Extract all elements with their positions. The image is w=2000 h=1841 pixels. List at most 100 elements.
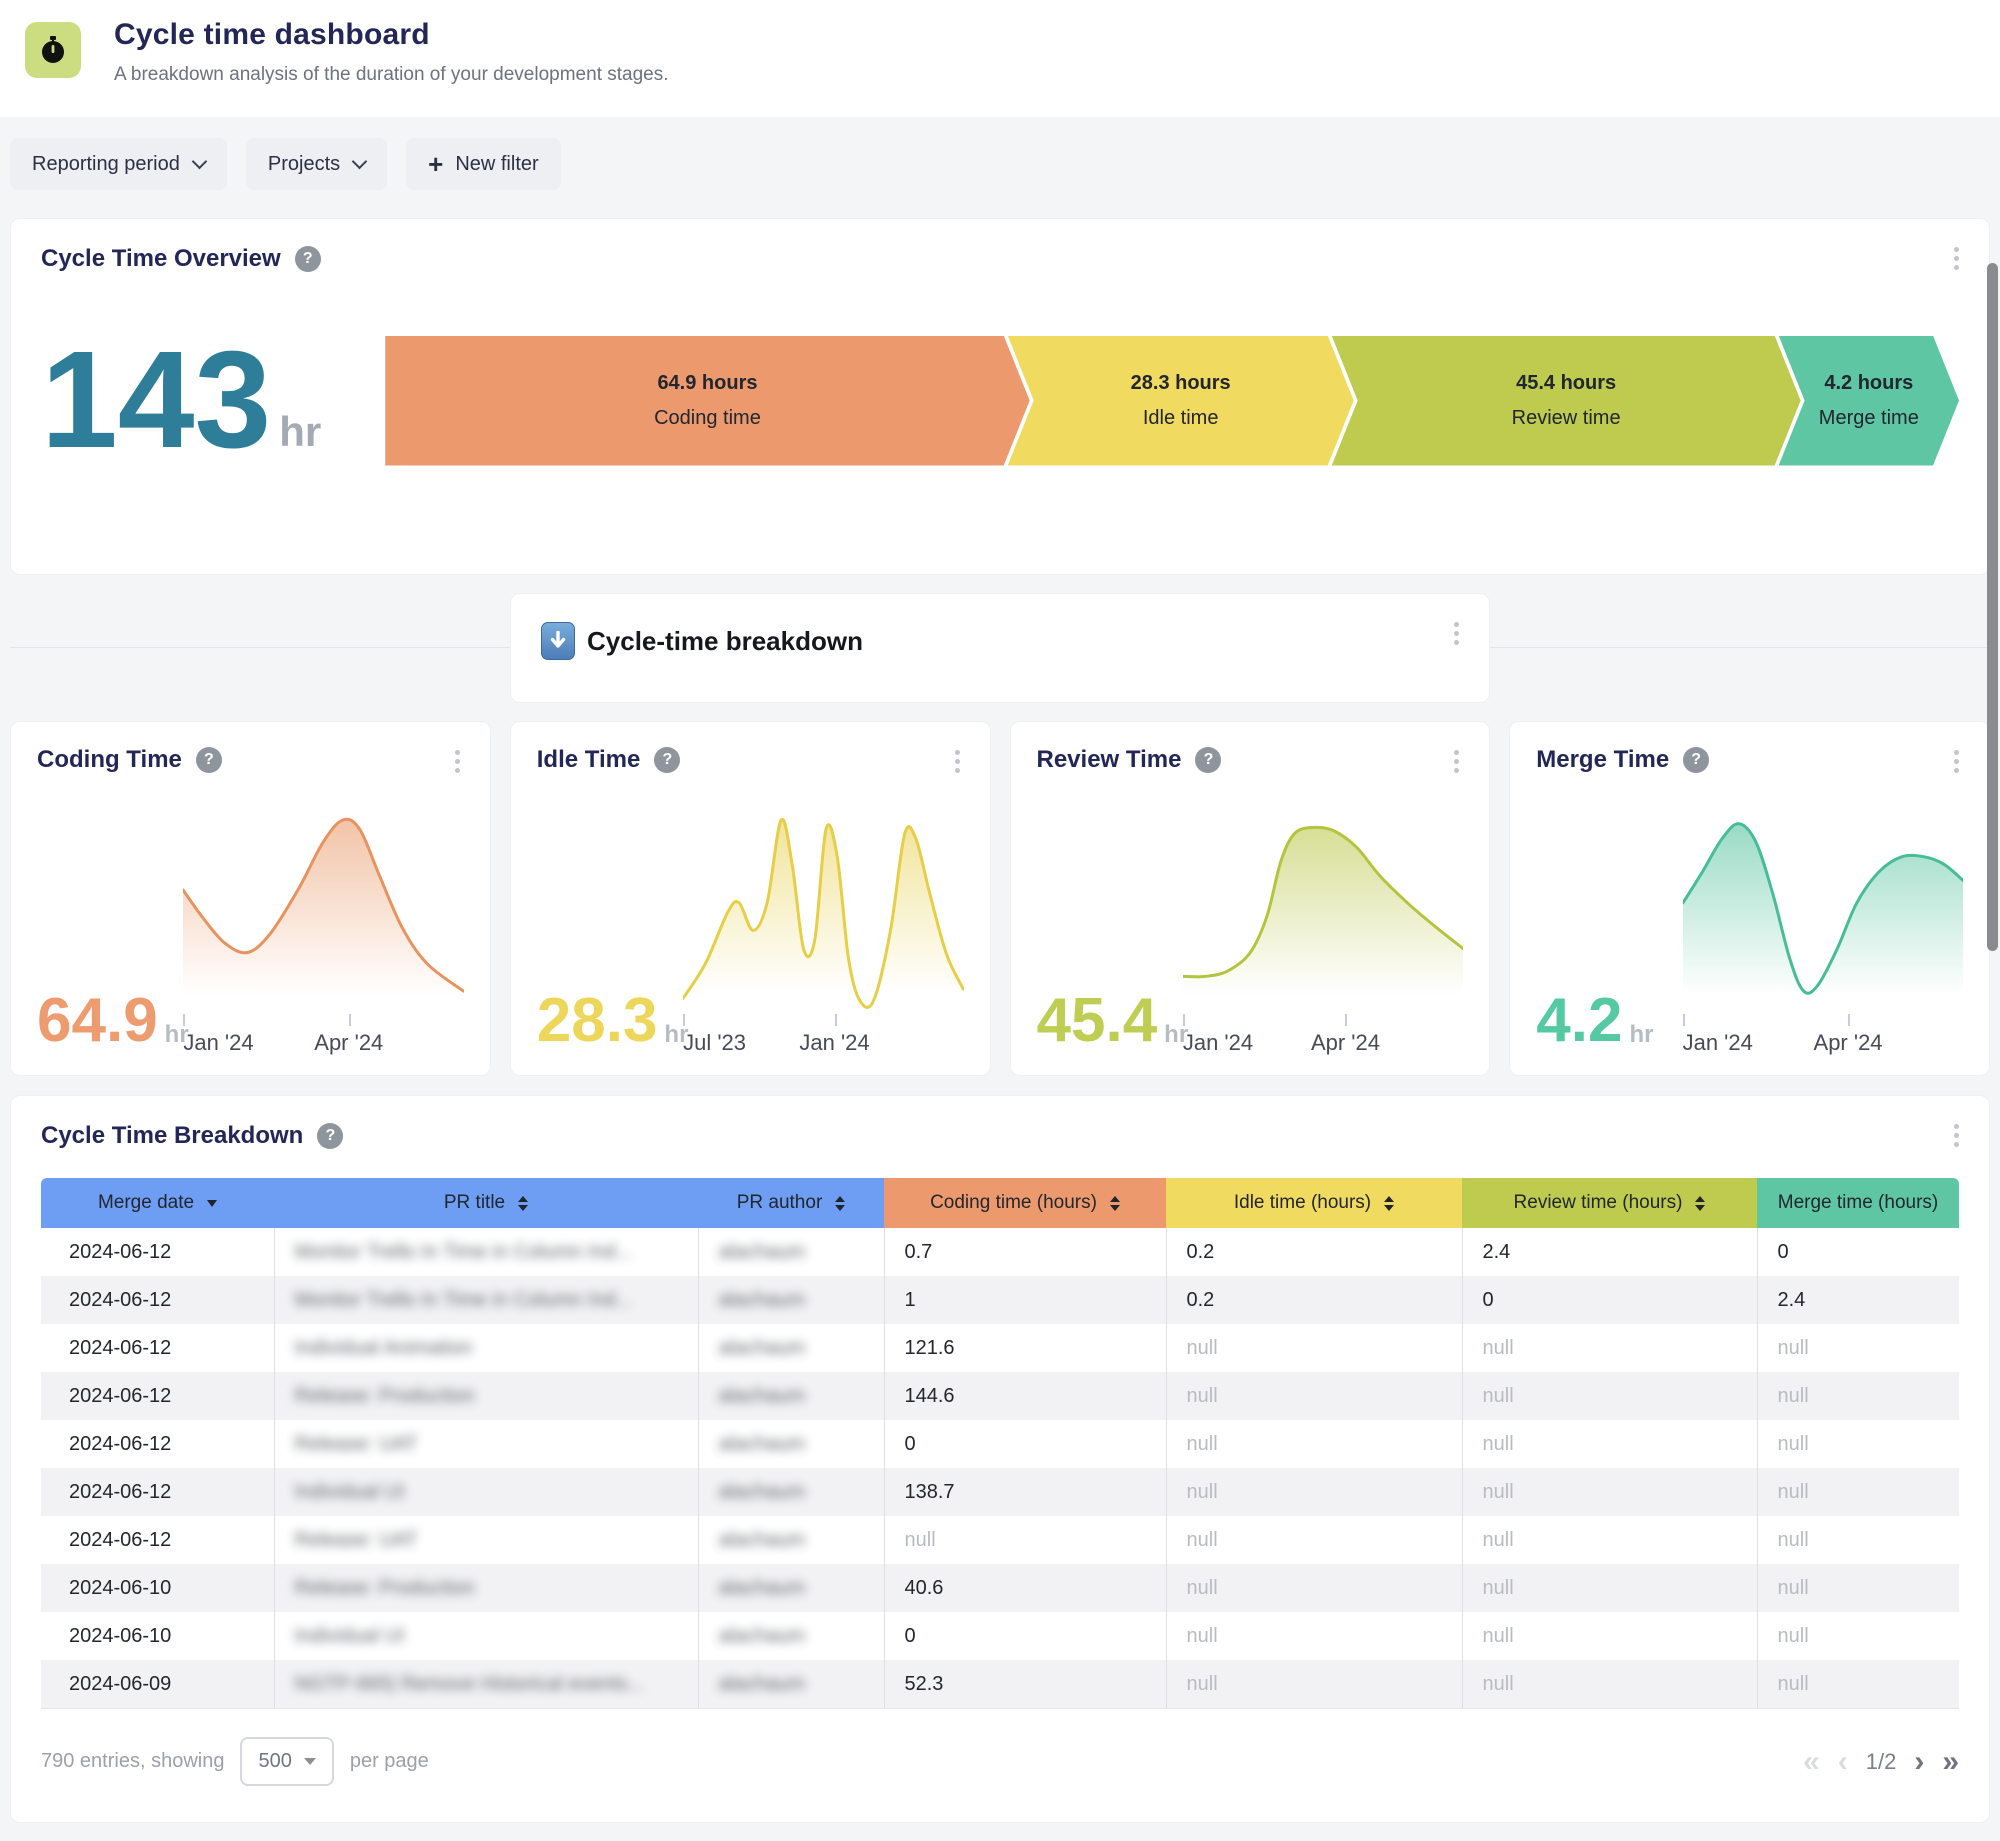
funnel-stage-merge-time: 4.2 hours Merge time	[1779, 336, 1959, 466]
redacted-text: alachaum	[719, 1577, 806, 1599]
stage-label: Merge time	[1819, 407, 1919, 430]
first-page-button[interactable]: «	[1803, 1747, 1820, 1777]
coding-time-cell: 1	[884, 1276, 1166, 1324]
redacted-text: Release: UAT	[295, 1529, 418, 1551]
idle-time-cell: null	[1166, 1612, 1462, 1660]
coding-time-cell: 138.7	[884, 1468, 1166, 1516]
stage-label: Idle time	[1143, 407, 1219, 430]
stage-hours: 4.2 hours	[1824, 372, 1913, 395]
column-header-merge-date[interactable]: Merge date	[41, 1178, 274, 1228]
idle-time-cell: 0.2	[1166, 1276, 1462, 1324]
merge-time-value: 4.2hr	[1536, 993, 1653, 1049]
reporting-period-filter-button[interactable]: Reporting period	[10, 138, 227, 190]
per-page-suffix: per page	[350, 1750, 429, 1773]
table-row: 2024-06-12Release: UATalachaum0nullnulln…	[41, 1420, 1959, 1468]
coding-time-value: 64.9hr	[37, 993, 189, 1049]
help-icon[interactable]: ?	[196, 747, 222, 773]
axis-tick-label: Jan '24	[183, 1030, 253, 1056]
help-icon[interactable]: ?	[317, 1123, 343, 1149]
column-header-pr-author[interactable]: PR author	[698, 1178, 884, 1228]
column-header-review-time-hours[interactable]: Review time (hours)	[1462, 1178, 1757, 1228]
pr-author-cell: alachaum	[698, 1372, 884, 1420]
table-row: 2024-06-12Monitor Trello In Time in Colu…	[41, 1228, 1959, 1276]
table-body: 2024-06-12 Monitor Trello In Time in Colu…	[41, 1228, 1959, 1709]
redacted-text: Individual UI	[295, 1625, 405, 1647]
pr-title-cell: Release: UAT	[274, 1516, 698, 1564]
help-icon[interactable]: ?	[295, 246, 321, 272]
merge-time-cell: null	[1757, 1324, 1959, 1372]
axis-tick	[835, 1014, 837, 1026]
merge-date-cell: 2024-06-12	[41, 1228, 274, 1276]
help-icon[interactable]: ?	[1683, 747, 1709, 773]
idle-time-cell: 0.2	[1166, 1228, 1462, 1276]
prev-page-button[interactable]: ‹	[1838, 1747, 1848, 1777]
coding-time-cell: 52.3	[884, 1660, 1166, 1709]
axis-tick-label: Jan '24	[799, 1030, 869, 1056]
kebab-menu-icon[interactable]	[1450, 746, 1463, 777]
pr-author-cell: alachaum	[698, 1468, 884, 1516]
table-row: 2024-06-12Release: UATalachaumnullnullnu…	[41, 1516, 1959, 1564]
axis-tick	[1345, 1014, 1347, 1026]
redacted-text: Monitor Trello In Time in Column Ind...	[295, 1289, 633, 1311]
kebab-menu-icon[interactable]	[1950, 243, 1963, 274]
kebab-menu-icon[interactable]	[1950, 1120, 1963, 1151]
value-number: 28.3	[537, 993, 658, 1049]
help-icon[interactable]: ?	[1195, 747, 1221, 773]
merge-date-cell: 2024-06-12	[41, 1372, 274, 1420]
idle-time-cell: null	[1166, 1420, 1462, 1468]
redacted-text: alachaum	[719, 1481, 806, 1503]
pr-author-cell: alachaum	[698, 1516, 884, 1564]
column-header-idle-time-hours[interactable]: Idle time (hours)	[1166, 1178, 1462, 1228]
merge-date-cell: 2024-06-12	[41, 1468, 274, 1516]
next-page-button[interactable]: ›	[1914, 1747, 1924, 1777]
projects-filter-button[interactable]: Projects	[246, 138, 387, 190]
app-header: Cycle time dashboard A breakdown analysi…	[0, 0, 2000, 117]
redacted-text: Release: UAT	[295, 1433, 418, 1455]
redacted-text: Release: Production	[295, 1577, 475, 1599]
axis-tick	[1848, 1014, 1850, 1026]
kebab-menu-icon[interactable]	[951, 746, 964, 777]
page-title: Cycle time dashboard	[114, 18, 669, 52]
column-label: PR author	[737, 1192, 823, 1214]
reporting-period-label: Reporting period	[32, 153, 180, 176]
idle-time-cell: null	[1166, 1564, 1462, 1612]
column-header-pr-title[interactable]: PR title	[274, 1178, 698, 1228]
help-icon[interactable]: ?	[654, 747, 680, 773]
new-filter-button[interactable]: + New filter	[406, 138, 561, 190]
merge-time-cell: null	[1757, 1564, 1959, 1612]
idle-time-title: Idle Time	[537, 746, 641, 774]
column-header-merge-time-hours[interactable]: Merge time (hours)	[1757, 1178, 1959, 1228]
table-row: 2024-06-10Release: Productionalachaum40.…	[41, 1564, 1959, 1612]
merge-time-cell: null	[1757, 1420, 1959, 1468]
sort-icon	[518, 1191, 528, 1216]
kebab-menu-icon[interactable]	[1450, 618, 1463, 649]
review-time-card: Review Time?Jan '24Apr '2445.4hr	[1010, 721, 1491, 1076]
pr-author-cell: alachaum	[698, 1276, 884, 1324]
idle-time-cell: null	[1166, 1660, 1462, 1709]
vertical-scrollbar[interactable]	[1987, 263, 1998, 951]
idle-time-cell: null	[1166, 1468, 1462, 1516]
total-cycle-time-unit: hr	[279, 408, 321, 456]
review-time-cell: 2.4	[1462, 1228, 1757, 1276]
column-header-coding-time-hours[interactable]: Coding time (hours)	[884, 1178, 1166, 1228]
redacted-text: alachaum	[719, 1673, 806, 1695]
merge-time-cell: null	[1757, 1468, 1959, 1516]
table-card-title: Cycle Time Breakdown	[41, 1122, 303, 1150]
review-time-cell: null	[1462, 1516, 1757, 1564]
review-time-cell: null	[1462, 1612, 1757, 1660]
last-page-button[interactable]: »	[1942, 1747, 1959, 1777]
merge-time-cell: null	[1757, 1660, 1959, 1709]
stopwatch-icon	[25, 22, 81, 78]
review-time-cell: null	[1462, 1324, 1757, 1372]
pr-author-cell: alachaum	[698, 1420, 884, 1468]
merge-time-sparkline	[1683, 810, 1963, 1010]
review-time-value: 45.4hr	[1037, 993, 1189, 1049]
breakdown-banner-title: Cycle-time breakdown	[587, 626, 863, 657]
merge-date-cell: 2024-06-12	[41, 1420, 274, 1468]
per-page-select[interactable]: 500	[240, 1737, 333, 1786]
kebab-menu-icon[interactable]	[1950, 746, 1963, 777]
pr-author-cell: alachaum	[698, 1564, 884, 1612]
x-axis: Jan '24Apr '24	[1183, 1014, 1463, 1058]
axis-tick-label: Jul '23	[683, 1030, 746, 1056]
kebab-menu-icon[interactable]	[451, 746, 464, 777]
